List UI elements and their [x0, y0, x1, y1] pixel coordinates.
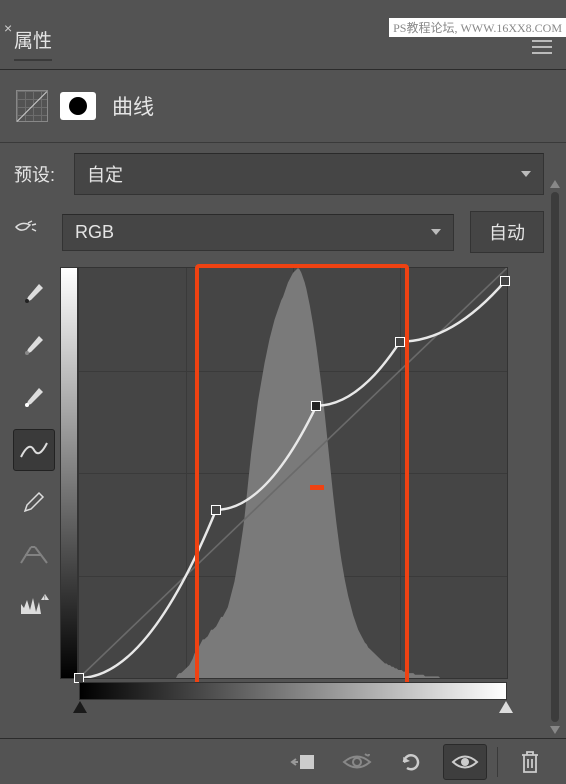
output-gradient	[60, 267, 78, 679]
smooth-tool-icon[interactable]	[13, 533, 55, 575]
targeted-adjustment-icon[interactable]	[14, 220, 46, 244]
scroll-up-icon[interactable]	[550, 180, 560, 188]
view-previous-icon[interactable]	[335, 744, 379, 780]
curve-point-tool-icon[interactable]	[13, 429, 55, 471]
curve-control-point[interactable]	[395, 337, 405, 347]
panel-title: 属性	[14, 26, 52, 61]
curves-graph[interactable]	[78, 267, 508, 679]
preset-dropdown[interactable]: 自定	[74, 153, 544, 195]
close-icon[interactable]: ×	[4, 20, 12, 36]
layer-mask-icon[interactable]	[60, 88, 96, 124]
reset-icon[interactable]	[389, 744, 433, 780]
curve-control-point[interactable]	[500, 276, 510, 286]
white-eyedropper-icon[interactable]	[13, 377, 55, 419]
auto-button[interactable]: 自动	[470, 211, 544, 253]
white-slider[interactable]	[499, 701, 513, 713]
pencil-tool-icon[interactable]	[13, 481, 55, 523]
chevron-down-icon	[431, 229, 441, 235]
curve-line[interactable]	[79, 268, 507, 678]
trash-icon[interactable]	[508, 744, 552, 780]
chevron-down-icon	[521, 171, 531, 177]
gray-eyedropper-icon[interactable]	[13, 325, 55, 367]
scroll-down-icon[interactable]	[550, 726, 560, 734]
curves-adjustment-icon	[14, 88, 50, 124]
preset-value: 自定	[87, 161, 123, 187]
preset-label: 预设:	[14, 161, 64, 187]
curve-control-point[interactable]	[311, 401, 321, 411]
channel-value: RGB	[75, 222, 114, 243]
input-gradient	[79, 682, 507, 700]
watermark-text: PS教程论坛, WWW.16XX8.COM	[389, 18, 566, 37]
curve-control-point[interactable]	[211, 505, 221, 515]
black-slider[interactable]	[73, 701, 87, 713]
black-eyedropper-icon[interactable]	[13, 273, 55, 315]
clip-warning-icon[interactable]: !	[13, 585, 55, 627]
panel-scrollbar[interactable]	[549, 180, 561, 734]
channel-dropdown[interactable]: RGB	[62, 214, 454, 251]
adjustment-name: 曲线	[112, 91, 154, 121]
visibility-icon[interactable]	[443, 744, 487, 780]
annotation-marker	[310, 485, 324, 490]
clip-to-layer-icon[interactable]	[281, 744, 325, 780]
